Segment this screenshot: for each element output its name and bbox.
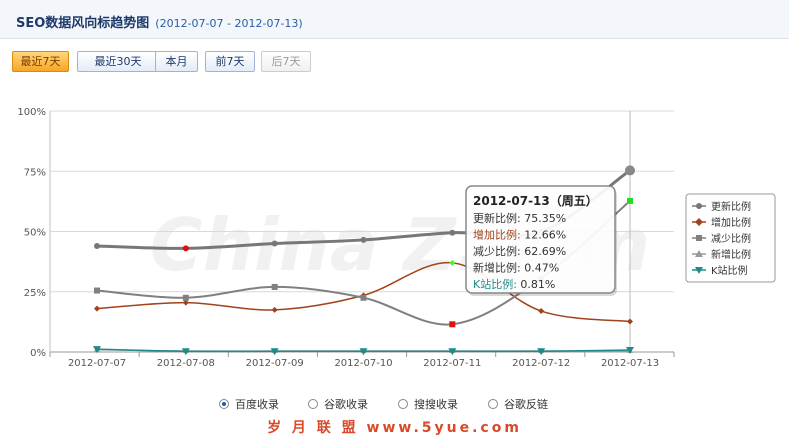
radio-soso-index[interactable]: 搜搜收录 <box>398 396 458 412</box>
data-point <box>94 242 100 249</box>
tooltip-row: 增加比例: 12.66% <box>473 228 566 242</box>
legend-item-label: 减少比例 <box>711 232 751 245</box>
trend-chart: China Z.com0%25%50%75%100%2012-07-07 2012… <box>17 107 776 369</box>
radio-dot <box>308 399 318 409</box>
data-point <box>625 165 635 176</box>
data-point <box>627 197 633 204</box>
tooltip-row: 减少比例: 62.69% <box>473 244 566 258</box>
radio-google-index[interactable]: 谷歌收录 <box>308 396 368 412</box>
x-tick-label: 2012-07-12 <box>512 358 570 369</box>
data-point <box>360 236 367 243</box>
data-point <box>360 294 367 301</box>
data-point <box>271 240 278 247</box>
tooltip-row-value: 62.69% <box>524 245 566 258</box>
tooltip-row-value: 75.35% <box>524 212 566 225</box>
tooltip-row-value: 0.81% <box>520 278 555 291</box>
legend-item-label: K站比例 <box>711 264 748 277</box>
x-tick-label: 2012-07-11 <box>423 358 481 369</box>
tooltip-row-value: 0.47% <box>524 262 559 275</box>
x-tick-label: 2012-07-13 <box>601 358 659 369</box>
x-tick-label: 2012-07-07 <box>68 358 126 369</box>
legend-item-label: 增加比例 <box>711 216 751 229</box>
legend-item-label: 新增比例 <box>711 248 751 261</box>
y-tick-label: 100% <box>17 107 46 118</box>
data-point <box>449 229 456 236</box>
legend-marker <box>696 203 702 209</box>
y-tick-label: 50% <box>24 228 46 239</box>
radio-dot <box>398 399 408 409</box>
data-point <box>271 306 278 313</box>
data-point <box>182 294 189 301</box>
radio-google-backlinks[interactable]: 谷歌反链 <box>488 396 548 412</box>
radio-baidu-index[interactable]: 百度收录 <box>219 396 279 412</box>
data-point <box>94 287 100 294</box>
legend-marker <box>696 235 702 241</box>
radio-dot <box>488 399 498 409</box>
y-tick-label: 75% <box>24 167 46 178</box>
data-point <box>94 305 100 312</box>
tooltip-row: 更新比例: 75.35% <box>473 211 566 225</box>
tooltip-row: K站比例: 0.81% <box>473 277 555 291</box>
tooltip-row-label: 减少比例: <box>473 244 524 258</box>
x-tick-label: 2012-07-10 <box>334 358 392 369</box>
tooltip-row-value: 12.66% <box>524 229 566 242</box>
x-tick-label: 2012-07-09 <box>246 358 304 369</box>
x-tick-label: 2012-07-08 <box>157 358 215 369</box>
data-point <box>538 308 545 315</box>
tooltip-row-label: 新增比例: <box>473 261 524 275</box>
tooltip-header: 2012-07-13（周五） <box>473 193 598 208</box>
footer-watermark: 岁 月 联 盟 www.5yue.com <box>267 420 522 436</box>
tooltip-row-label: 增加比例: <box>473 228 524 242</box>
data-point <box>627 318 633 325</box>
y-tick-label: 0% <box>30 348 46 359</box>
data-point <box>271 283 278 290</box>
tooltip-row-label: 更新比例: <box>473 211 524 225</box>
radio-dot <box>219 399 229 409</box>
y-tick-label: 25% <box>24 288 46 299</box>
tooltip-row-label: K站比例: <box>473 277 520 291</box>
data-point <box>449 321 456 328</box>
tooltip-row: 新增比例: 0.47% <box>473 261 559 275</box>
data-point <box>182 245 189 252</box>
legend-item-label: 更新比例 <box>711 200 751 213</box>
index-source-radio-group: 百度收录 谷歌收录 搜搜收录 谷歌反链 <box>0 392 789 414</box>
